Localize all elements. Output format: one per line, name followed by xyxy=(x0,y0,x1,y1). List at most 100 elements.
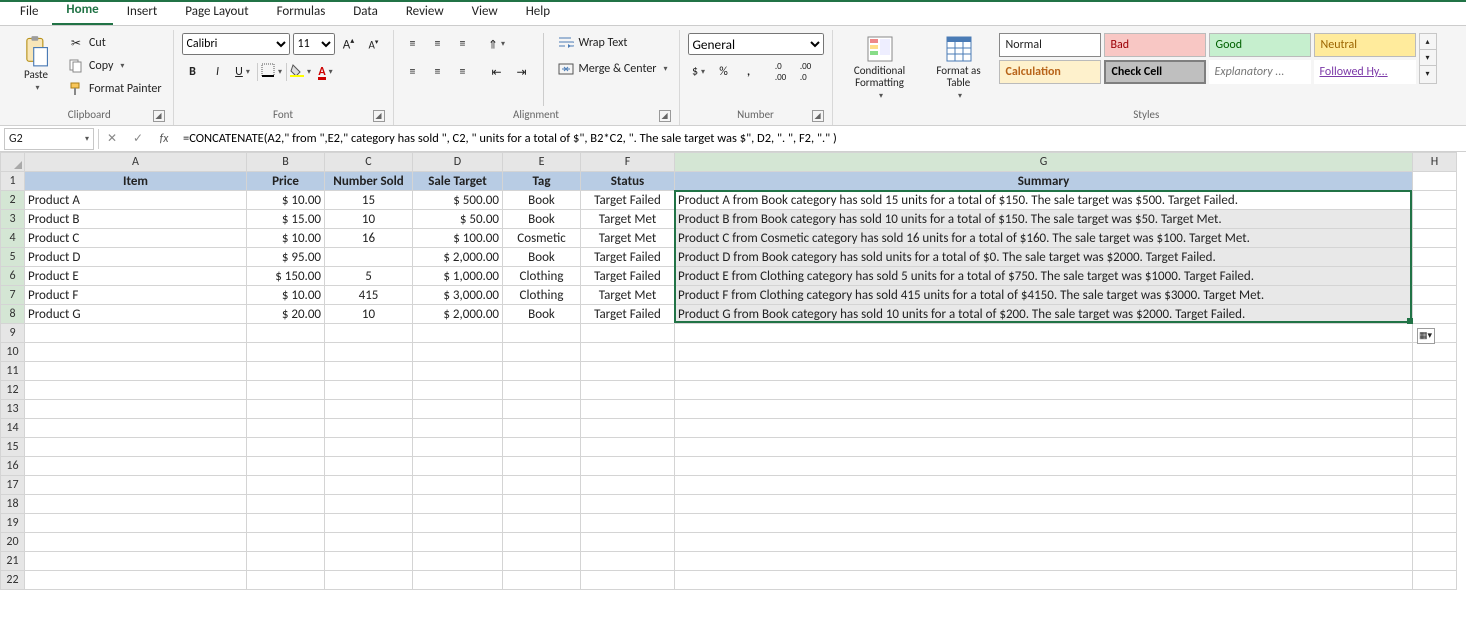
worksheet-grid[interactable]: A B C D E F G H 1ItemPriceNumber SoldSal… xyxy=(0,152,1466,590)
number-format-select[interactable]: General xyxy=(688,33,824,55)
cell-B2[interactable]: $ 10.00 xyxy=(247,191,325,210)
cell-empty-14-6[interactable] xyxy=(675,419,1413,438)
cell-B3[interactable]: $ 15.00 xyxy=(247,210,325,229)
cell-E4[interactable]: Cosmetic xyxy=(503,229,581,248)
cell-D6[interactable]: $ 1,000.00 xyxy=(413,267,503,286)
row-header-17[interactable]: 17 xyxy=(1,476,25,495)
cell-empty-10-7[interactable] xyxy=(1413,343,1457,362)
cell-H2[interactable] xyxy=(1413,191,1457,210)
cell-empty-11-3[interactable] xyxy=(413,362,503,381)
cell-D5[interactable]: $ 2,000.00 xyxy=(413,248,503,267)
decrease-indent-button[interactable]: ⇤ xyxy=(486,61,508,83)
cell-empty-11-5[interactable] xyxy=(581,362,675,381)
align-middle-button[interactable]: ≡ xyxy=(427,33,449,55)
cell-A1[interactable]: Item xyxy=(25,172,247,191)
cell-empty-9-5[interactable] xyxy=(581,324,675,343)
underline-button[interactable]: U xyxy=(232,61,254,83)
cell-empty-11-4[interactable] xyxy=(503,362,581,381)
cell-empty-19-4[interactable] xyxy=(503,514,581,533)
cell-G4[interactable]: Product C from Cosmetic category has sol… xyxy=(675,229,1413,248)
row-header-22[interactable]: 22 xyxy=(1,571,25,590)
align-top-button[interactable]: ≡ xyxy=(402,33,424,55)
col-header-A[interactable]: A xyxy=(25,153,247,172)
wrap-text-button[interactable]: Wrap Text xyxy=(554,33,671,53)
percent-format-button[interactable]: % xyxy=(713,61,735,83)
cell-empty-17-2[interactable] xyxy=(325,476,413,495)
cell-D3[interactable]: $ 50.00 xyxy=(413,210,503,229)
alignment-launcher[interactable]: ◢ xyxy=(659,110,671,122)
cell-C4[interactable]: 16 xyxy=(325,229,413,248)
cell-empty-19-5[interactable] xyxy=(581,514,675,533)
cut-button[interactable]: ✂Cut xyxy=(64,33,165,53)
col-header-F[interactable]: F xyxy=(581,153,675,172)
cell-empty-15-3[interactable] xyxy=(413,438,503,457)
cell-empty-19-3[interactable] xyxy=(413,514,503,533)
menu-data[interactable]: Data xyxy=(339,0,392,25)
cell-empty-20-7[interactable] xyxy=(1413,533,1457,552)
cell-A6[interactable]: Product E xyxy=(25,267,247,286)
cell-B1[interactable]: Price xyxy=(247,172,325,191)
cancel-formula-button[interactable]: ✕ xyxy=(99,128,125,150)
cell-empty-13-6[interactable] xyxy=(675,400,1413,419)
conditional-formatting-button[interactable]: Conditional Formatting xyxy=(841,33,919,103)
style-good[interactable]: Good xyxy=(1209,33,1311,57)
cell-A2[interactable]: Product A xyxy=(25,191,247,210)
cell-empty-16-1[interactable] xyxy=(247,457,325,476)
cell-empty-13-5[interactable] xyxy=(581,400,675,419)
number-launcher[interactable]: ◢ xyxy=(812,110,824,122)
cell-empty-9-4[interactable] xyxy=(503,324,581,343)
cell-empty-18-3[interactable] xyxy=(413,495,503,514)
row-header-5[interactable]: 5 xyxy=(1,248,25,267)
cell-empty-20-4[interactable] xyxy=(503,533,581,552)
col-header-B[interactable]: B xyxy=(247,153,325,172)
cell-E5[interactable]: Book xyxy=(503,248,581,267)
cell-empty-20-6[interactable] xyxy=(675,533,1413,552)
insert-function-button[interactable]: fx xyxy=(151,128,177,150)
menu-page-layout[interactable]: Page Layout xyxy=(171,0,262,25)
cell-empty-14-2[interactable] xyxy=(325,419,413,438)
cell-D2[interactable]: $ 500.00 xyxy=(413,191,503,210)
style-check-cell[interactable]: Check Cell xyxy=(1104,60,1206,84)
cell-G5[interactable]: Product D from Book category has sold un… xyxy=(675,248,1413,267)
cell-empty-15-4[interactable] xyxy=(503,438,581,457)
cell-empty-16-0[interactable] xyxy=(25,457,247,476)
select-all-corner[interactable] xyxy=(1,153,25,172)
cell-H7[interactable] xyxy=(1413,286,1457,305)
cell-B4[interactable]: $ 10.00 xyxy=(247,229,325,248)
cell-empty-18-2[interactable] xyxy=(325,495,413,514)
italic-button[interactable]: I xyxy=(207,61,229,83)
cell-empty-18-1[interactable] xyxy=(247,495,325,514)
cell-H3[interactable] xyxy=(1413,210,1457,229)
cell-empty-12-1[interactable] xyxy=(247,381,325,400)
row-header-6[interactable]: 6 xyxy=(1,267,25,286)
cell-H4[interactable] xyxy=(1413,229,1457,248)
cell-empty-14-0[interactable] xyxy=(25,419,247,438)
copy-button[interactable]: Copy xyxy=(64,56,165,76)
decrease-decimal-button[interactable]: .00.0 xyxy=(795,61,817,83)
cell-H6[interactable] xyxy=(1413,267,1457,286)
format-as-table-button[interactable]: Format as Table xyxy=(925,33,993,103)
cell-empty-15-1[interactable] xyxy=(247,438,325,457)
formula-bar-input[interactable] xyxy=(177,128,1466,150)
cell-empty-17-7[interactable] xyxy=(1413,476,1457,495)
cell-empty-10-5[interactable] xyxy=(581,343,675,362)
cell-D8[interactable]: $ 2,000.00 xyxy=(413,305,503,324)
cell-empty-20-5[interactable] xyxy=(581,533,675,552)
increase-indent-button[interactable]: ⇥ xyxy=(511,61,533,83)
cell-empty-10-4[interactable] xyxy=(503,343,581,362)
cell-C1[interactable]: Number Sold xyxy=(325,172,413,191)
cell-empty-13-1[interactable] xyxy=(247,400,325,419)
cell-empty-20-2[interactable] xyxy=(325,533,413,552)
cell-C6[interactable]: 5 xyxy=(325,267,413,286)
clipboard-launcher[interactable]: ◢ xyxy=(153,110,165,122)
increase-font-button[interactable]: A▴ xyxy=(338,33,360,55)
cell-empty-15-5[interactable] xyxy=(581,438,675,457)
cell-G6[interactable]: Product E from Clothing category has sol… xyxy=(675,267,1413,286)
cell-empty-22-7[interactable] xyxy=(1413,571,1457,590)
cell-empty-22-5[interactable] xyxy=(581,571,675,590)
row-header-20[interactable]: 20 xyxy=(1,533,25,552)
col-header-D[interactable]: D xyxy=(413,153,503,172)
row-header-9[interactable]: 9 xyxy=(1,324,25,343)
style-bad[interactable]: Bad xyxy=(1104,33,1206,57)
cell-empty-15-0[interactable] xyxy=(25,438,247,457)
